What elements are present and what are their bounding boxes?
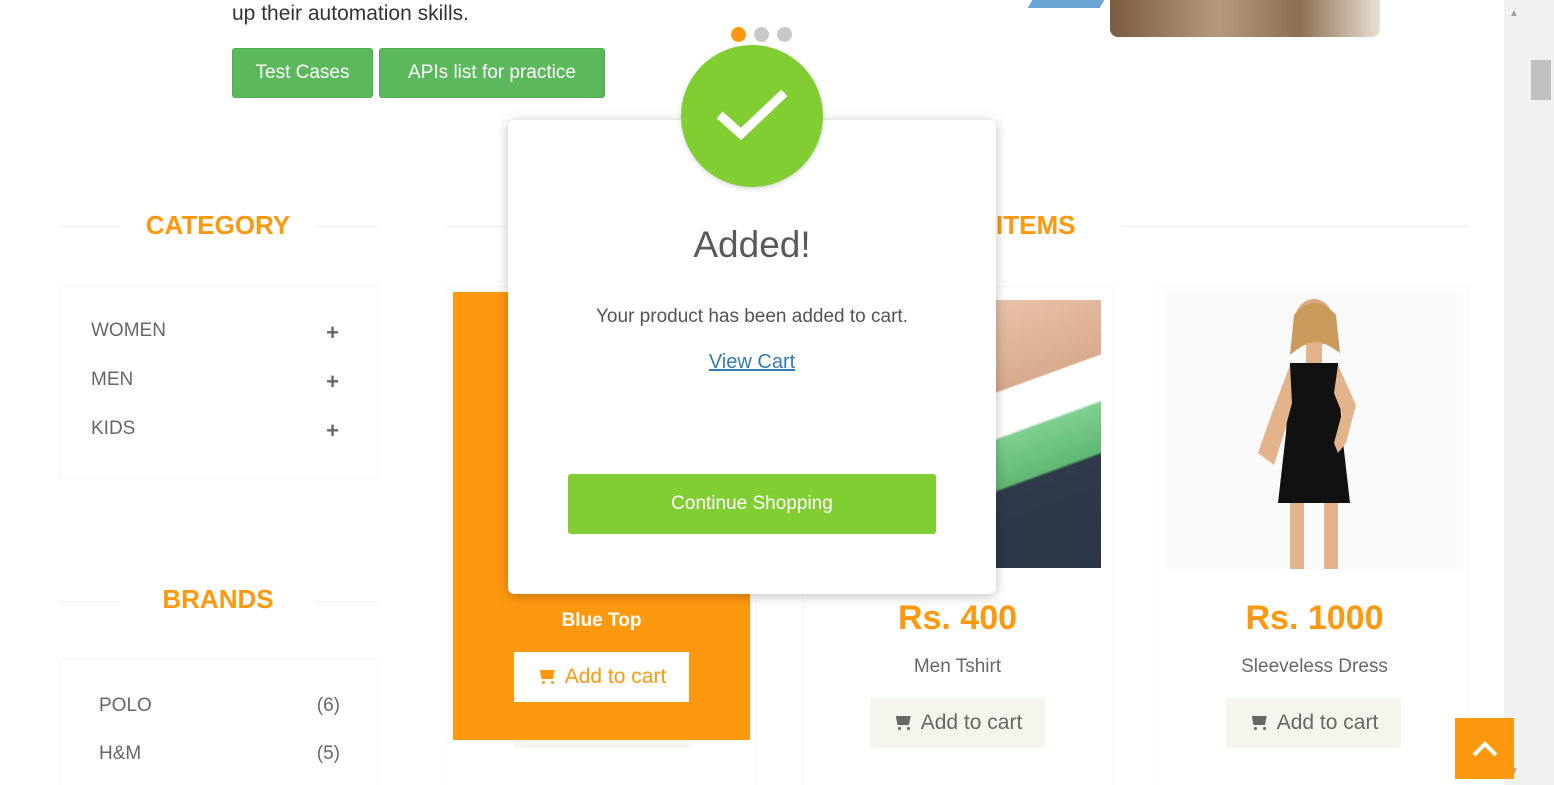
add-to-cart-button[interactable]: Add to cart (514, 652, 689, 702)
carousel-dot-2[interactable] (754, 27, 769, 42)
product-price: Rs. 400 (897, 599, 1018, 637)
brand-label: POLO (99, 695, 152, 716)
hero-image (1110, 0, 1380, 37)
carousel-dot-1[interactable] (731, 27, 746, 42)
cart-icon (893, 715, 913, 731)
brand-count: (5) (316, 743, 340, 764)
product-name: Men Tshirt (913, 656, 1002, 677)
divider (316, 601, 378, 602)
add-to-cart-button[interactable]: Add to cart (1226, 698, 1401, 748)
category-panel: WOMEN + MEN + KIDS + (60, 285, 378, 479)
add-to-cart-label: Add to cart (564, 665, 667, 688)
brands-title: BRANDS (162, 584, 274, 614)
features-items-title: ITEMS (996, 210, 1076, 240)
success-check-icon (681, 45, 823, 187)
category-women[interactable]: WOMEN + (91, 320, 339, 346)
chevron-up-icon (1472, 740, 1497, 756)
product-image-men-tshirt (996, 300, 1101, 568)
add-to-cart-label: Add to cart (920, 711, 1023, 734)
plus-icon[interactable]: + (326, 418, 339, 444)
woman-figure (1258, 299, 1356, 569)
category-label: MEN (91, 369, 134, 390)
cart-icon (1249, 715, 1269, 731)
plus-icon[interactable]: + (326, 369, 339, 395)
view-cart-link[interactable]: View Cart (508, 351, 996, 374)
add-to-cart-label: Add to cart (1276, 711, 1379, 734)
brands-panel: POLO (6) H&M (5) (60, 659, 378, 785)
category-label: KIDS (91, 418, 136, 439)
modal-title: Added! (693, 224, 811, 265)
cart-icon (537, 669, 557, 685)
divider (446, 226, 506, 227)
brand-polo[interactable]: POLO (6) (99, 695, 340, 717)
modal-message: Your product has been added to cart. (596, 306, 908, 327)
apis-list-button[interactable]: APIs list for practice (379, 48, 605, 98)
category-kids[interactable]: KIDS + (91, 418, 339, 444)
carousel-indicators (731, 27, 792, 42)
brand-label: H&M (99, 743, 142, 764)
add-to-cart-button[interactable]: Add to cart (870, 698, 1045, 748)
checkmark-icon (717, 90, 787, 141)
continue-shopping-button[interactable]: Continue Shopping (568, 474, 936, 534)
scrollbar[interactable] (1504, 0, 1554, 785)
brand-hm[interactable]: H&M (5) (99, 743, 340, 765)
plus-icon[interactable]: + (326, 320, 339, 346)
scrollbar-thumb[interactable] (1531, 60, 1551, 100)
product-price: Rs. 1000 (1245, 599, 1384, 637)
scroll-up-arrow-icon[interactable]: ▲ (1509, 8, 1519, 19)
category-title: CATEGORY (145, 210, 291, 240)
brand-count: (6) (316, 695, 340, 716)
divider (60, 601, 120, 602)
scroll-to-top-button[interactable] (1455, 718, 1514, 779)
product-name-blue-top: Blue Top (561, 610, 642, 631)
hero-text: up their automation skills. (232, 2, 469, 25)
divider (60, 226, 120, 227)
product-image-sleeveless-dress (1166, 293, 1463, 569)
test-cases-button[interactable]: Test Cases (232, 48, 373, 98)
product-name: Sleeveless Dress (1241, 656, 1388, 677)
category-label: WOMEN (91, 320, 166, 341)
divider (316, 226, 378, 227)
carousel-dot-3[interactable] (777, 27, 792, 42)
hero-image-fragment (1027, 0, 1105, 8)
cart-button-shadow (514, 740, 689, 748)
divider (1122, 226, 1469, 227)
category-men[interactable]: MEN + (91, 369, 339, 395)
